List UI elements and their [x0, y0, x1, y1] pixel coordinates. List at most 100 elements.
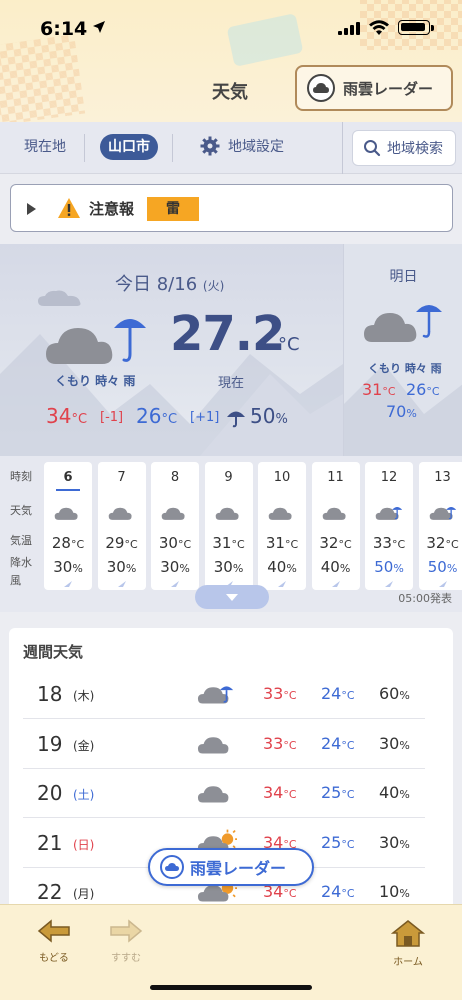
cloud-rain-icon — [429, 507, 456, 520]
wind-arrow-icon — [278, 581, 286, 587]
weekly-dow: (金) — [73, 738, 95, 753]
cloud-icon — [108, 507, 132, 520]
today-panel: 今日 8/16 (火) くもり 時々 雨 27.2 °C 現在 34°C [-1… — [0, 244, 343, 456]
region-settings-button[interactable]: 地域設定 — [200, 136, 284, 156]
status-bar: 6:14 — [0, 0, 462, 50]
cloud-icon — [161, 507, 185, 520]
today-date: 今日 8/16 (火) — [115, 274, 225, 295]
weekly-row[interactable]: 18 (木) 33°C 24°C 60% — [23, 670, 425, 719]
hourly-hour: 8 — [170, 470, 180, 485]
status-time: 6:14 — [40, 18, 88, 40]
today-high-diff: [-1] — [100, 410, 124, 425]
hourly-temp: 31°C — [265, 534, 299, 552]
label-precip: 降水 — [10, 556, 32, 569]
tomorrow-condition: くもり 時々 雨 — [368, 362, 442, 375]
cloud-icon — [197, 786, 229, 803]
advisory-badge: 雷 — [147, 197, 199, 221]
hourly-card: 6 28°C 30% — [44, 462, 92, 590]
tomorrow-low: 26°C — [406, 380, 440, 399]
home-label: ホーム — [393, 957, 423, 968]
tab-selected-city[interactable]: 山口市 — [100, 134, 158, 160]
tab-divider — [342, 122, 343, 174]
hourly-weather-icon — [375, 502, 405, 526]
battery-icon — [398, 20, 430, 35]
weekly-precip: 60% — [379, 684, 410, 703]
floating-radar-label: 雨雲レーダー — [190, 859, 287, 878]
hourly-precip: 50% — [374, 558, 404, 576]
gear-icon — [200, 136, 220, 156]
hourly-hour: 12 — [380, 470, 398, 485]
today-low: 26°C — [136, 404, 178, 428]
hourly-temp: 30°C — [158, 534, 192, 552]
hourly-hour: 7 — [117, 470, 126, 485]
hourly-forecast[interactable]: 時刻 天気 気温 降水 風 6 28°C 30% 7 29°C 30% 8 30°C 30% 9 3… — [0, 456, 462, 612]
today-condition: くもり 時々 雨 — [55, 374, 136, 388]
hourly-weather-icon — [108, 502, 138, 526]
hourly-card: 11 32°C 40% — [311, 462, 360, 590]
weekly-title: 週間天気 — [23, 643, 84, 661]
label-time: 時刻 — [10, 470, 32, 483]
tomorrow-panel[interactable]: 明日 くもり 時々 雨 31°C 26°C 70% — [343, 244, 462, 456]
rain-radar-label: 雨雲レーダー — [343, 79, 434, 98]
weekly-precip: 40% — [379, 783, 410, 802]
tomorrow-precip-chance: 70% — [386, 402, 417, 421]
hourly-hour: 6 — [63, 470, 73, 485]
hourly-precip: 30% — [53, 558, 83, 576]
tomorrow-high: 31°C — [362, 380, 396, 399]
wind-arrow-icon — [117, 581, 126, 587]
cloud-rain-icon — [364, 305, 442, 342]
weekly-row[interactable]: 19 (金) 33°C 24°C 30% — [23, 720, 425, 769]
weather-advisory-bar[interactable]: 注意報 雷 — [10, 184, 453, 232]
tab-current-location[interactable]: 現在地 — [24, 136, 66, 156]
cloud-icon — [215, 507, 239, 520]
weekly-day: 21 — [37, 830, 63, 855]
today-high: 34°C — [46, 404, 88, 428]
location-arrow-icon — [93, 21, 105, 33]
cloud-icon — [54, 507, 78, 520]
rain-radar-button[interactable]: 雨雲レーダー — [295, 65, 453, 111]
back-button[interactable]: もどる — [24, 919, 84, 964]
expand-hourly-button[interactable] — [195, 585, 269, 609]
weekly-high: 33°C — [263, 733, 297, 753]
back-arrow-icon — [37, 919, 70, 943]
weekly-low: 24°C — [321, 684, 355, 703]
cloud-icon — [322, 507, 346, 520]
weekly-high: 34°C — [263, 783, 297, 802]
hourly-precip: 40% — [267, 558, 297, 576]
cloud-icon — [268, 507, 292, 520]
hourly-precip: 30% — [106, 558, 137, 576]
umbrella-icon — [227, 411, 245, 428]
hourly-precip: 30% — [160, 558, 190, 576]
today-precip-chance: 50% — [250, 404, 288, 428]
hourly-card: 12 33°C 50% — [365, 462, 413, 590]
floating-rain-radar-button[interactable]: 雨雲レーダー — [148, 848, 314, 886]
cloud-rain-icon — [46, 319, 146, 364]
hourly-temp: 29°C — [105, 534, 138, 552]
weekly-weather-icon — [197, 730, 237, 760]
label-temp: 気温 — [10, 534, 32, 547]
wind-arrow-icon — [438, 581, 447, 587]
forward-arrow-icon — [110, 919, 143, 943]
region-search-button[interactable]: 地域検索 — [352, 130, 456, 166]
cellular-signal-icon — [338, 22, 360, 35]
hourly-weather-icon — [268, 502, 298, 526]
weekly-high: 33°C — [263, 684, 297, 703]
cloud-rain-icon — [197, 686, 234, 704]
battery-tip — [431, 25, 434, 31]
home-button[interactable]: ホーム — [378, 919, 438, 968]
hourly-hour: 13 — [434, 470, 451, 485]
label-weather: 天気 — [10, 504, 32, 517]
wind-arrow-icon — [171, 581, 179, 587]
tab-divider — [172, 134, 173, 162]
tomorrow-title: 明日 — [389, 269, 418, 285]
weekly-dow: (木) — [73, 689, 95, 703]
hourly-weather-icon — [429, 502, 459, 526]
weekly-day: 22 — [37, 880, 63, 904]
forward-button[interactable]: すすむ — [96, 919, 156, 964]
region-search-label: 地域検索 — [387, 141, 443, 157]
weekly-row[interactable]: 20 (土) 34°C 25°C 40% — [23, 769, 425, 818]
tab-divider — [84, 134, 85, 162]
weekly-precip: 10% — [379, 882, 410, 901]
label-wind: 風 — [10, 574, 21, 587]
current-label: 現在 — [218, 376, 245, 391]
